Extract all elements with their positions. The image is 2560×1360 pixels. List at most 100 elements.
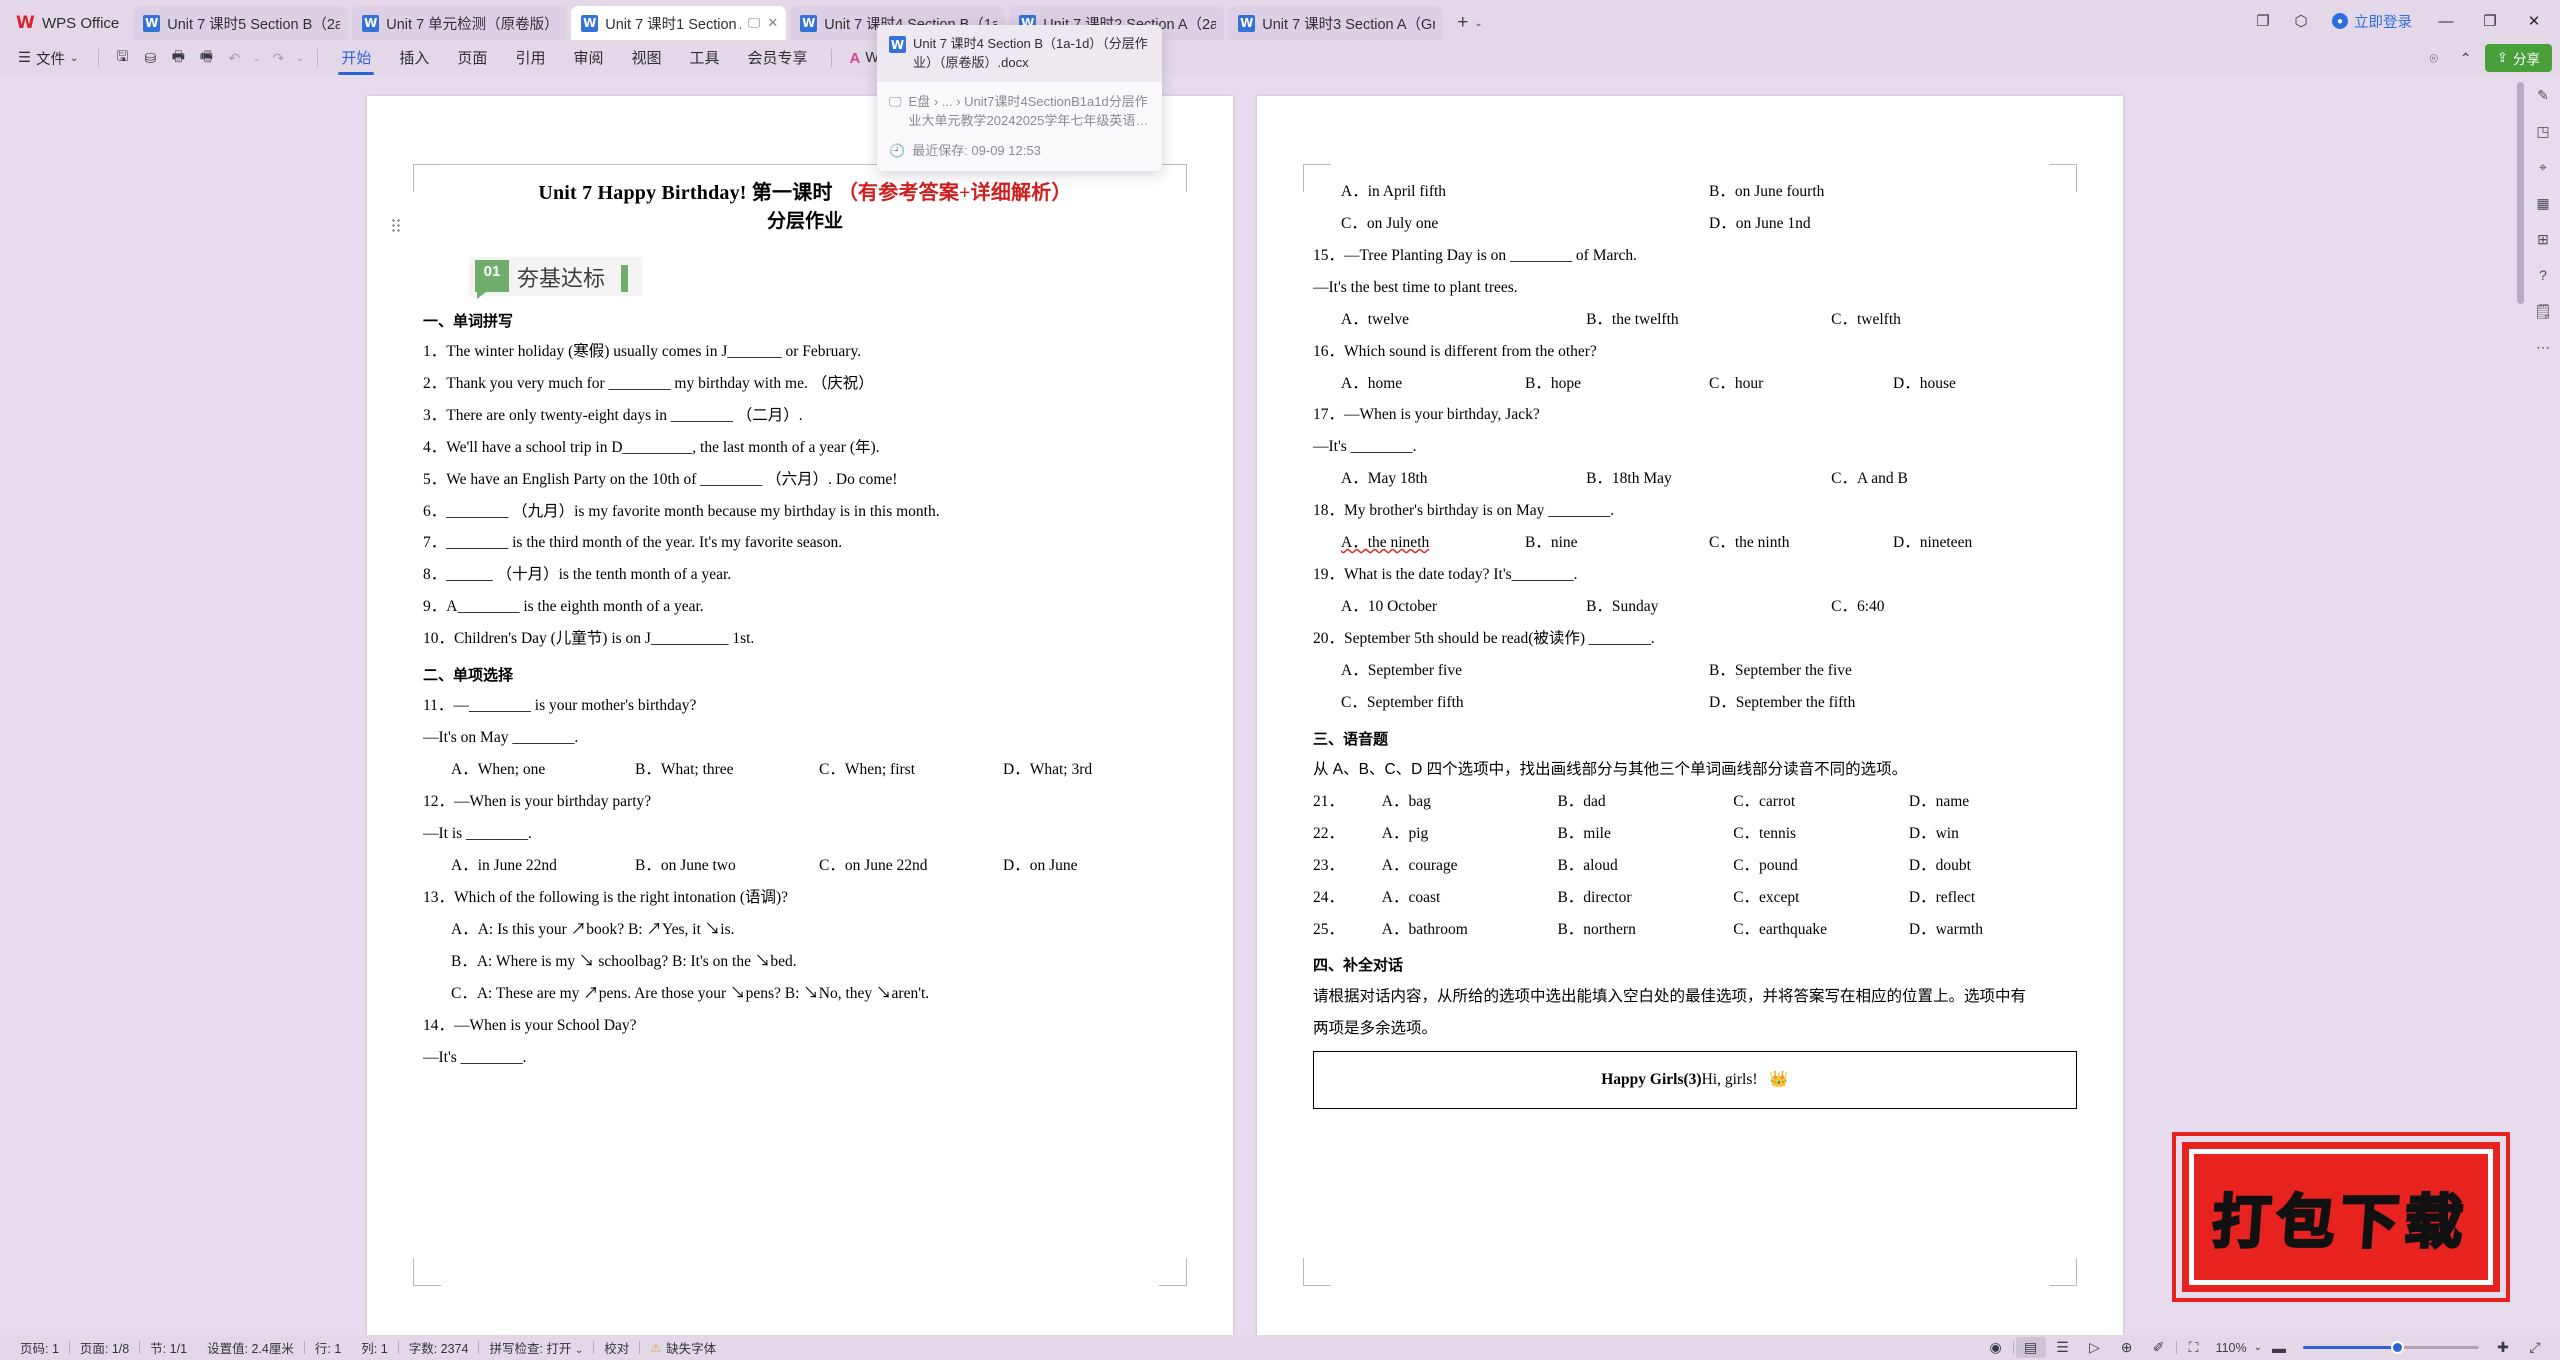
option-c[interactable]: C．pound xyxy=(1733,856,1909,877)
option-c[interactable]: C．the ninth xyxy=(1709,533,1893,554)
option-c[interactable]: C．September fifth xyxy=(1341,693,1709,714)
option-c[interactable]: C．A: These are my ↗pens. Are those your … xyxy=(451,984,1187,1005)
option-c[interactable]: C．twelfth xyxy=(1831,310,2076,331)
print-preview-icon[interactable]: 🖷 xyxy=(193,46,219,70)
option-a[interactable]: A．May 18th xyxy=(1341,469,1586,490)
option-b[interactable]: B．nine xyxy=(1525,533,1709,554)
grid-icon[interactable]: ⊞ xyxy=(2530,228,2556,250)
option-a[interactable]: A．A: Is this your ↗book? B: ↗Yes, it ↘is… xyxy=(451,920,1187,941)
option-a[interactable]: A．home xyxy=(1341,374,1525,395)
document-workspace[interactable]: Unit 7 Happy Birthday! 第一课时 （有参考答案+详细解析）… xyxy=(0,76,2560,1335)
ribbon-tab-member[interactable]: 会员专享 xyxy=(735,43,821,74)
option-b[interactable]: B．on June fourth xyxy=(1709,182,2077,203)
document-tab-2[interactable]: W Unit 7 单元检测（原卷版）.docx xyxy=(352,6,568,40)
option-c[interactable]: C．on June 22nd xyxy=(819,856,1003,877)
cloud-save-icon[interactable]: ⛁ xyxy=(137,46,163,70)
minimize-button[interactable]: — xyxy=(2426,7,2466,35)
option-b[interactable]: B．September the five xyxy=(1709,661,2077,682)
option-a[interactable]: A．10 October xyxy=(1341,597,1586,618)
document-tab-1[interactable]: W Unit 7 课时5 Section B（2a-2b）（ xyxy=(133,6,349,40)
option-b[interactable]: B．on June two xyxy=(635,856,819,877)
status-proofread[interactable]: 校对 xyxy=(594,1338,639,1357)
option-c[interactable]: C．earthquake xyxy=(1733,920,1909,941)
status-word-count[interactable]: 字数: 2374 xyxy=(399,1338,479,1357)
login-button[interactable]: ● 立即登录 xyxy=(2322,11,2422,32)
ribbon-tab-review[interactable]: 审阅 xyxy=(560,43,616,74)
ribbon-tab-start[interactable]: 开始 xyxy=(328,43,384,75)
copy-window-icon[interactable]: ❐ xyxy=(2246,7,2280,35)
status-setting-value[interactable]: 设置值: 2.4厘米 xyxy=(197,1338,304,1357)
undo-dropdown-icon[interactable]: ⌄ xyxy=(249,46,263,70)
option-d[interactable]: D．warmth xyxy=(1909,920,2077,941)
option-a[interactable]: A．in June 22nd xyxy=(451,856,635,877)
option-d[interactable]: D．reflect xyxy=(1909,888,2077,909)
outline-view-icon[interactable]: ☰ xyxy=(2048,1337,2078,1358)
wps-office-logo[interactable]: W WPS Office xyxy=(6,6,133,40)
status-missing-font[interactable]: ⚠ 缺失字体 xyxy=(640,1338,726,1357)
brush-icon[interactable]: ✐ xyxy=(2144,1337,2174,1358)
cursor-icon[interactable]: ⌖ xyxy=(2530,156,2556,178)
option-a[interactable]: A．twelve xyxy=(1341,310,1586,331)
option-b[interactable]: B．dad xyxy=(1557,792,1733,813)
monitor-icon[interactable]: 🖵 xyxy=(748,15,761,31)
option-a[interactable]: A．coast xyxy=(1382,888,1558,909)
option-a[interactable]: A．When; one xyxy=(451,760,635,781)
focus-mode-icon[interactable]: ⛶ xyxy=(2179,1337,2209,1358)
option-c[interactable]: C．A and B xyxy=(1831,469,2076,490)
option-c[interactable]: C．tennis xyxy=(1733,824,1909,845)
close-icon[interactable]: ✕ xyxy=(767,15,778,31)
option-d[interactable]: D．What; 3rd xyxy=(1003,760,1187,781)
box-3d-icon[interactable]: ⬡ xyxy=(2284,7,2318,35)
status-page-number[interactable]: 页码: 1 xyxy=(10,1338,69,1357)
redo-icon[interactable]: ↷ xyxy=(265,46,291,70)
option-d[interactable]: D．house xyxy=(1893,374,2077,395)
option-b[interactable]: B．the twelfth xyxy=(1586,310,1831,331)
status-section[interactable]: 节: 1/1 xyxy=(140,1338,197,1357)
option-b[interactable]: B．aloud xyxy=(1557,856,1733,877)
document-page-1[interactable]: Unit 7 Happy Birthday! 第一课时 （有参考答案+详细解析）… xyxy=(367,96,1233,1335)
vertical-scrollbar[interactable] xyxy=(2515,76,2526,1335)
chevron-down-icon[interactable]: ⌄ xyxy=(1474,18,1482,29)
play-view-icon[interactable]: ▷ xyxy=(2080,1337,2110,1358)
file-menu-button[interactable]: ☰ 文件 ⌄ xyxy=(8,45,88,72)
help-icon[interactable]: ⌾ xyxy=(2421,46,2447,70)
option-a[interactable]: A．pig xyxy=(1382,824,1558,845)
option-c[interactable]: C．6:40 xyxy=(1831,597,2076,618)
ribbon-tab-tools[interactable]: 工具 xyxy=(676,43,732,74)
ribbon-tab-reference[interactable]: 引用 xyxy=(502,43,558,74)
option-a[interactable]: A．courage xyxy=(1382,856,1558,877)
status-pages[interactable]: 页面: 1/8 xyxy=(70,1338,139,1357)
option-b[interactable]: B．18th May xyxy=(1586,469,1831,490)
option-a[interactable]: A．September five xyxy=(1341,661,1709,682)
table-icon[interactable]: ▦ xyxy=(2530,192,2556,214)
option-b[interactable]: B．Sunday xyxy=(1586,597,1831,618)
status-spellcheck[interactable]: 拼写检查: 打开 ⌄ xyxy=(479,1338,593,1357)
eye-icon[interactable]: ◉ xyxy=(1981,1337,2011,1358)
option-d[interactable]: D．on June xyxy=(1003,856,1187,877)
option-b[interactable]: B．What; three xyxy=(635,760,819,781)
zoom-in-button[interactable]: ✚ xyxy=(2488,1337,2518,1358)
document-tab-6[interactable]: W Unit 7 课时3 Section A（Grammar F xyxy=(1228,6,1444,40)
share-button[interactable]: ⇪ 分享 xyxy=(2484,44,2552,72)
option-b[interactable]: B．hope xyxy=(1525,374,1709,395)
document-tab-3-active[interactable]: W Unit 7 课时1 Section A（1a- 🖵 ✕ xyxy=(571,6,787,40)
clipboard-icon[interactable]: 🗒 xyxy=(2530,300,2556,322)
undo-icon[interactable]: ↶ xyxy=(221,46,247,70)
status-column[interactable]: 列: 1 xyxy=(351,1338,397,1357)
fullscreen-icon[interactable]: ⤢ xyxy=(2520,1337,2550,1358)
new-tab-button[interactable]: + ⌄ xyxy=(1447,6,1493,40)
option-a[interactable]: A．in April fifth xyxy=(1341,182,1709,203)
print-icon[interactable]: 🖶 xyxy=(165,46,191,70)
option-c[interactable]: C．except xyxy=(1733,888,1909,909)
ribbon-tab-view[interactable]: 视图 xyxy=(618,43,674,74)
ribbon-tab-page[interactable]: 页面 xyxy=(444,43,500,74)
zoom-out-button[interactable]: ▬ xyxy=(2264,1337,2294,1358)
option-c[interactable]: C．on July one xyxy=(1341,214,1709,235)
option-d[interactable]: D．doubt xyxy=(1909,856,2077,877)
option-c[interactable]: C．When; first xyxy=(819,760,1003,781)
document-page-2[interactable]: A．in April fifth B．on June fourth C．on J… xyxy=(1257,96,2123,1335)
zoom-slider[interactable] xyxy=(2303,1341,2479,1355)
shapes-icon[interactable]: ◳ xyxy=(2530,120,2556,142)
more-options-icon[interactable]: ⋯ xyxy=(2530,336,2556,358)
option-a[interactable]: A．the nineth xyxy=(1341,533,1525,554)
